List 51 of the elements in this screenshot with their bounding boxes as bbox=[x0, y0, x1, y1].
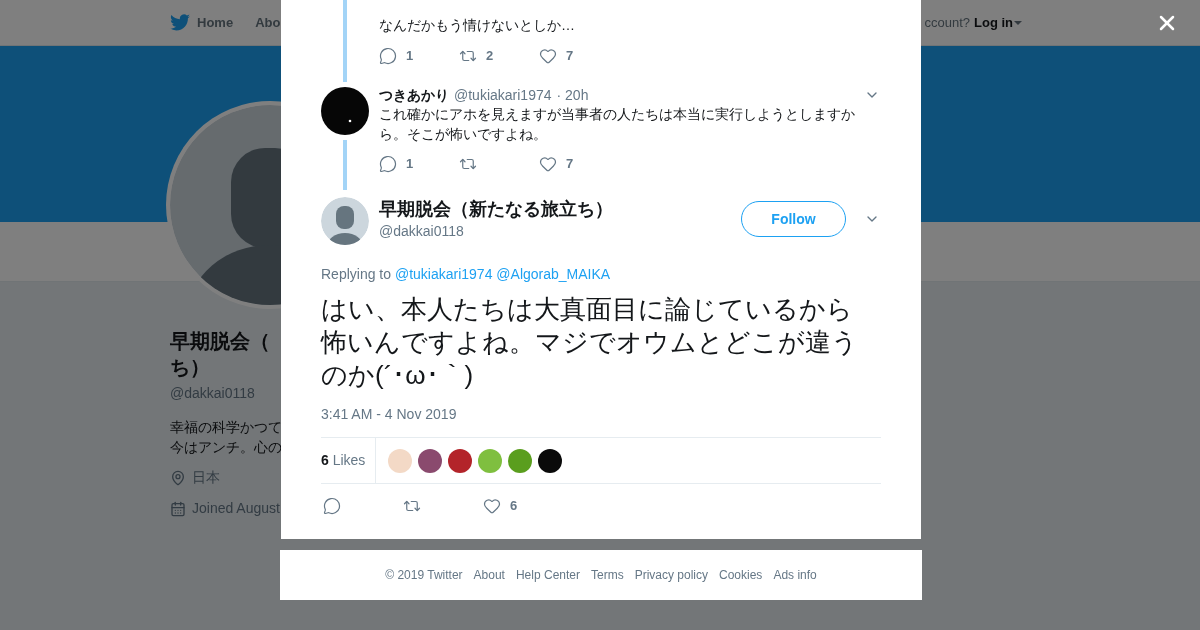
bird-logo-icon bbox=[170, 14, 190, 31]
footer-link[interactable]: Terms bbox=[591, 566, 624, 584]
tweet-text: なんだかもう情けないとしか… bbox=[379, 16, 576, 35]
caret-icon bbox=[1014, 20, 1022, 25]
author-name[interactable]: つきあかり bbox=[379, 84, 449, 106]
profile-location: 日本 bbox=[192, 468, 220, 487]
tweet-timestamp[interactable]: 3:41 AM - 4 Nov 2019 bbox=[321, 404, 881, 425]
reply-icon[interactable] bbox=[379, 47, 397, 65]
likes-count[interactable]: 6 Likes bbox=[321, 450, 366, 471]
heart-icon[interactable] bbox=[539, 47, 557, 65]
calendar-icon bbox=[170, 500, 186, 517]
footer-link[interactable]: Privacy policy bbox=[634, 566, 708, 584]
like-count: 7 bbox=[566, 155, 574, 174]
reply-count: 1 bbox=[406, 47, 414, 66]
profile-joined: Joined August bbox=[192, 499, 280, 518]
retweet-count: 2 bbox=[486, 47, 494, 66]
liker-avatar[interactable] bbox=[418, 448, 443, 473]
nav-link[interactable]: Home bbox=[170, 12, 234, 33]
reply-icon[interactable] bbox=[379, 155, 397, 173]
login-link[interactable]: Log in bbox=[974, 12, 1022, 33]
profile-name: ち） bbox=[170, 355, 210, 380]
tweet-time[interactable]: · 20h bbox=[556, 84, 589, 106]
liker-avatar[interactable] bbox=[448, 448, 473, 473]
mention-link[interactable]: @tukiakari1974 bbox=[394, 266, 493, 282]
footer-link[interactable]: © 2019 Twitter bbox=[385, 566, 463, 584]
author-handle[interactable]: @tukiakari1974 bbox=[454, 84, 552, 106]
reply-icon[interactable] bbox=[323, 497, 341, 515]
account-prompt: ccount? bbox=[924, 13, 970, 32]
avatar[interactable] bbox=[321, 87, 369, 135]
reply-count: 1 bbox=[406, 155, 414, 174]
like-count: 6 bbox=[510, 497, 518, 516]
liker-avatar[interactable] bbox=[538, 448, 563, 473]
author-handle[interactable]: @dakkai0118 bbox=[379, 221, 613, 242]
mention-link[interactable]: @Algorab_MAIKA bbox=[496, 266, 611, 282]
footer-link[interactable]: About bbox=[473, 566, 505, 584]
profile-name: 早期脱会（ bbox=[170, 329, 270, 354]
main-tweet-text: はい、本人たちは大真面目に論じているから怖いんですよね。マジでオウムとどこが違うのか(´･ω･｀) bbox=[321, 293, 859, 392]
profile-bio: 幸福の科学かつて bbox=[170, 418, 282, 437]
footer-link[interactable]: Ads info bbox=[773, 566, 817, 584]
heart-icon[interactable] bbox=[539, 155, 557, 173]
location-icon bbox=[170, 469, 186, 486]
like-count: 7 bbox=[566, 47, 574, 66]
footer-link[interactable]: Help Center bbox=[515, 566, 580, 584]
author-name[interactable]: 早期脱会（新たなる旅立ち） bbox=[379, 197, 613, 221]
nav-link[interactable]: Abo bbox=[255, 12, 281, 33]
profile-handle: @dakkai0118 bbox=[170, 384, 255, 403]
heart-icon[interactable] bbox=[483, 497, 501, 515]
profile-bio: 今はアンチ。心の bbox=[170, 438, 282, 457]
footer-link[interactable]: Cookies bbox=[719, 566, 763, 584]
replying-to: Replying to @tukiakari1974 @Algorab_MAIKA bbox=[321, 265, 612, 284]
tweet-text: これ確かにアホを見えますが当事者の人たちは本当に実行しようとしますから。そこが怖いですよね。 bbox=[379, 105, 856, 144]
